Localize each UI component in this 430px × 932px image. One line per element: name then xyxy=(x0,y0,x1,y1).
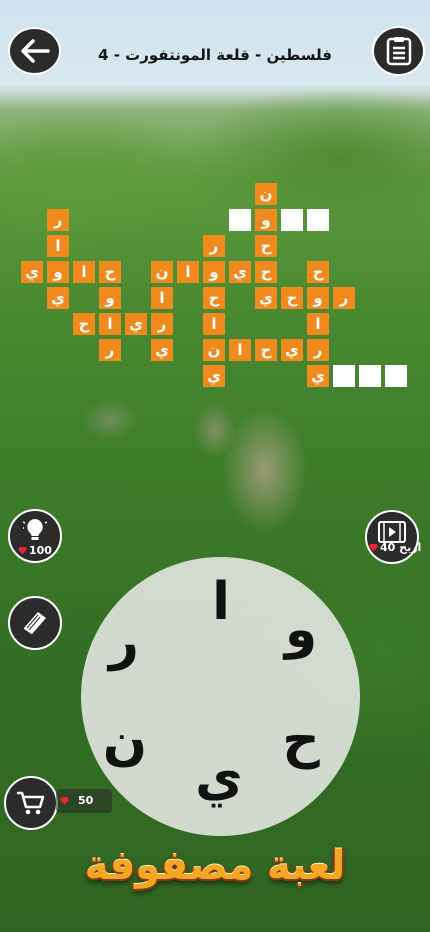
grid-cell: ح xyxy=(73,313,95,335)
arrow-left-icon xyxy=(20,39,50,63)
grid-cell: ي xyxy=(21,261,43,283)
grid-cell: ا xyxy=(151,287,173,309)
gem-icon xyxy=(369,543,378,552)
grid-cell: ن xyxy=(151,261,173,283)
grid-cell: ر xyxy=(151,313,173,335)
grid-cell: ر xyxy=(99,339,121,361)
grid-cell: و xyxy=(203,261,225,283)
grid-cell: ن xyxy=(203,339,225,361)
dictionary-button[interactable] xyxy=(8,596,62,650)
hint-cost-value: 100 xyxy=(29,544,52,557)
wheel-letter[interactable]: ي xyxy=(189,743,249,813)
video-reward-button[interactable] xyxy=(365,510,419,564)
grid-cell: ح xyxy=(255,235,277,257)
wheel-letter[interactable]: ر xyxy=(94,607,154,677)
grid-cell: و xyxy=(255,209,277,231)
grid-cell: ي xyxy=(255,287,277,309)
grid-cell: ا xyxy=(99,313,121,335)
coins-value: 50 xyxy=(78,794,94,807)
grid-cell: و xyxy=(99,287,121,309)
grid-cell: ح xyxy=(255,261,277,283)
letter-wheel[interactable]: ا و ر ح ن ي xyxy=(81,557,360,836)
shop-button[interactable] xyxy=(4,776,58,830)
wheel-letter[interactable]: و xyxy=(271,595,331,665)
wheel-letter[interactable]: ا xyxy=(191,567,251,637)
grid-cell: ر xyxy=(307,339,329,361)
grid-cell: ن xyxy=(255,183,277,205)
grid-cell: ي xyxy=(151,339,173,361)
cart-icon xyxy=(17,791,45,815)
back-button[interactable] xyxy=(8,27,61,75)
grid-cell: ر xyxy=(333,287,355,309)
grid-cell-empty xyxy=(385,365,407,387)
grid-cell: ي xyxy=(125,313,147,335)
grid-cell: ا xyxy=(229,339,251,361)
grid-cell: ح xyxy=(99,261,121,283)
coins-panel: 50 xyxy=(56,789,112,813)
hint-cost: 100 xyxy=(18,544,52,557)
grid-cell: ا xyxy=(177,261,199,283)
grid-cell: و xyxy=(47,261,69,283)
grid-cell: ح xyxy=(255,339,277,361)
video-film-icon xyxy=(378,521,406,543)
lightbulb-icon xyxy=(23,519,47,540)
grid-cell-empty xyxy=(307,209,329,231)
grid-cell-empty xyxy=(359,365,381,387)
gem-icon xyxy=(60,797,69,805)
video-reward-label: اربح 40 xyxy=(369,541,421,554)
grid-cell: ح xyxy=(281,287,303,309)
grid-cell: ي xyxy=(229,261,251,283)
book-icon xyxy=(24,612,46,635)
grid-cell: ي xyxy=(281,339,303,361)
grid-cell: ي xyxy=(203,365,225,387)
grid-cell-empty xyxy=(281,209,303,231)
grid-cell-empty xyxy=(333,365,355,387)
gem-icon xyxy=(18,546,27,555)
grid-cell: ا xyxy=(203,313,225,335)
grid-cell: ا xyxy=(73,261,95,283)
grid-cell: ر xyxy=(47,209,69,231)
grid-cell-empty xyxy=(229,209,251,231)
grid-cell: ح xyxy=(307,261,329,283)
grid-cell: و xyxy=(307,287,329,309)
grid-cell: ر xyxy=(203,235,225,257)
grid-cell: ي xyxy=(47,287,69,309)
grid-cell: ي xyxy=(307,365,329,387)
clipboard-list-icon xyxy=(386,37,411,66)
grid-cell: ا xyxy=(307,313,329,335)
menu-button[interactable] xyxy=(372,26,425,76)
level-title: فلسطين - قلعة المونتفورت - 4 xyxy=(98,46,332,64)
wheel-letter[interactable]: ح xyxy=(271,705,331,775)
grid-cell: ا xyxy=(47,235,69,257)
grid-cell: ح xyxy=(203,287,225,309)
game-logo-banner: لعبة مصفوفة xyxy=(84,843,346,889)
video-reward-text: اربح 40 xyxy=(380,541,422,554)
wheel-letter[interactable]: ن xyxy=(95,707,155,777)
